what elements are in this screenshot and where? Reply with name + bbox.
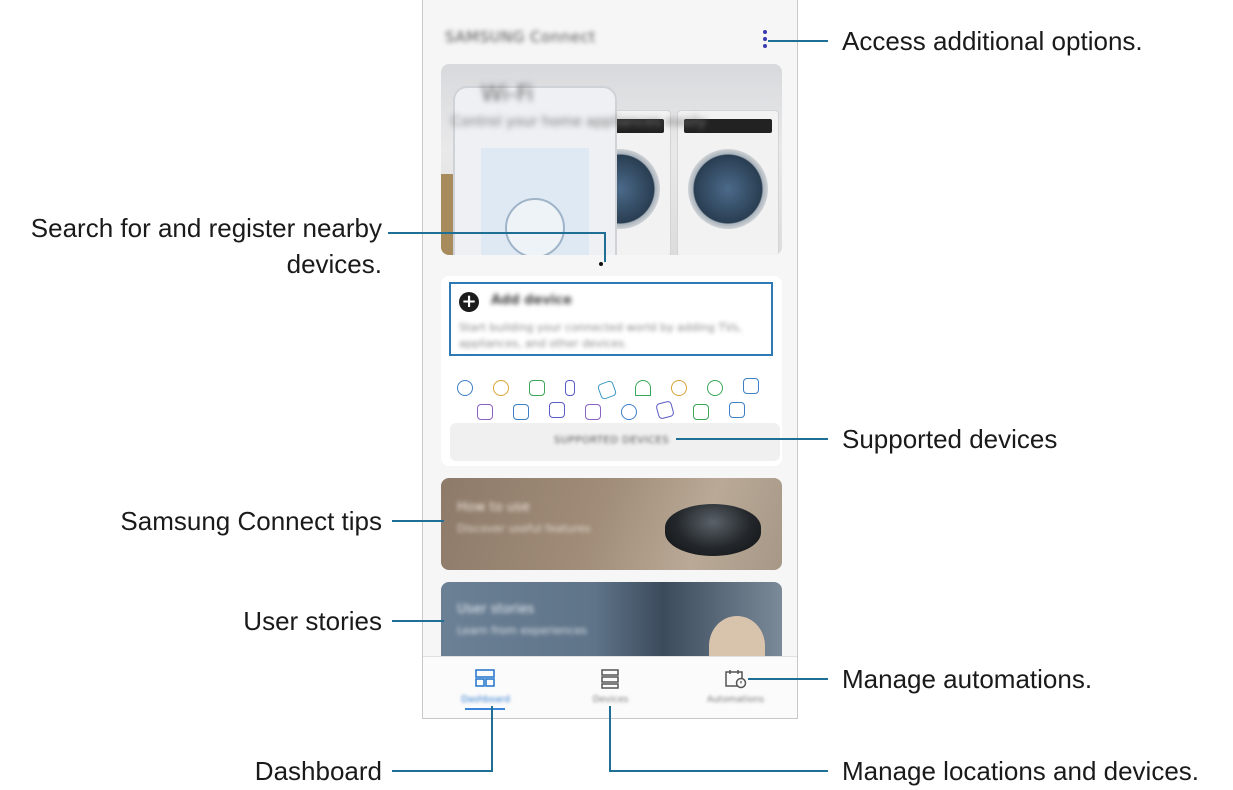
stories-subtitle: Learn from experiences — [457, 624, 588, 637]
tab-devices-label: Devices — [592, 695, 629, 705]
tips-title: How to use — [457, 500, 530, 515]
add-device-description: Start building your connected world by a… — [459, 321, 742, 350]
washer-icon — [477, 404, 493, 420]
printer-icon — [549, 402, 565, 418]
callout-line-search — [388, 232, 606, 234]
phone-screen: SAMSUNG Connect Wi-Fi Control your home … — [422, 0, 798, 719]
app-title: SAMSUNG Connect — [445, 28, 596, 46]
tips-subtitle: Discover useful features — [457, 522, 591, 535]
dishwasher-icon — [729, 402, 745, 418]
devices-icon — [601, 669, 619, 689]
callout-dashboard: Dashboard — [254, 756, 382, 786]
phone-mock-image — [453, 86, 617, 255]
tab-dashboard-label: Dashboard — [461, 695, 510, 705]
hero-subheading: Control your home appliances easily — [451, 114, 707, 130]
automations-icon — [725, 670, 747, 689]
hero-banner[interactable]: Wi-Fi Control your home appliances easil… — [441, 64, 782, 255]
oven-icon — [655, 400, 675, 420]
callout-search-line2: devices. — [286, 249, 382, 279]
tab-dashboard[interactable]: Dashboard — [423, 657, 548, 718]
watch-icon — [621, 404, 637, 420]
add-device-title: Add device — [491, 293, 572, 308]
app-bar: SAMSUNG Connect — [423, 0, 797, 62]
callout-stories: User stories — [243, 606, 382, 636]
callout-line-tips — [392, 520, 444, 522]
air-purifier-icon — [693, 404, 709, 420]
callout-line-locations-vertical — [609, 706, 611, 772]
plus-icon: + — [459, 292, 479, 312]
stories-title: User stories — [457, 602, 535, 617]
pointer-dot — [599, 262, 603, 266]
dashboard-icon — [475, 669, 495, 687]
bulb-icon — [493, 380, 509, 396]
camera-icon — [585, 404, 601, 420]
callout-options: Access additional options. — [842, 26, 1143, 56]
hub-icon — [743, 378, 759, 394]
callout-line-dashboard-vertical — [491, 706, 493, 772]
fridge-icon — [529, 380, 545, 396]
remote-icon — [565, 380, 575, 396]
tab-automations[interactable]: Automations — [673, 657, 797, 718]
callout-line-locations — [609, 770, 828, 772]
callout-supported: Supported devices — [842, 424, 1058, 454]
monitor-icon — [513, 404, 529, 420]
washer-image-right — [677, 110, 779, 255]
speaker-icon — [457, 380, 473, 396]
robot-vacuum-icon — [707, 380, 723, 396]
tv-icon — [596, 379, 618, 401]
callout-line-dashboard — [392, 770, 493, 772]
supported-devices-label: SUPPORTED DEVICES — [554, 435, 670, 446]
active-tab-indicator — [465, 708, 505, 710]
callout-locations: Manage locations and devices. — [842, 756, 1200, 786]
supported-device-icons — [453, 378, 773, 428]
supported-devices-button[interactable]: SUPPORTED DEVICES — [450, 423, 780, 461]
add-device-button[interactable]: + Add device Start building your connect… — [449, 282, 773, 356]
callout-line-options — [768, 40, 828, 42]
hero-heading: Wi-Fi — [481, 82, 534, 107]
tips-card[interactable]: How to use Discover useful features — [441, 478, 782, 570]
sensor-icon — [671, 380, 687, 396]
callout-line-supported — [676, 438, 828, 440]
callout-tips: Samsung Connect tips — [120, 506, 382, 536]
headphones-icon — [635, 380, 651, 396]
callout-line-search-vertical — [604, 232, 606, 262]
callout-automations: Manage automations. — [842, 664, 1093, 694]
callout-line-stories — [392, 620, 444, 622]
tab-automations-label: Automations — [706, 695, 765, 705]
callout-search-line1: Search for and register nearby — [30, 213, 382, 243]
robot-vacuum-image — [665, 504, 761, 556]
callout-line-automations — [748, 678, 828, 680]
